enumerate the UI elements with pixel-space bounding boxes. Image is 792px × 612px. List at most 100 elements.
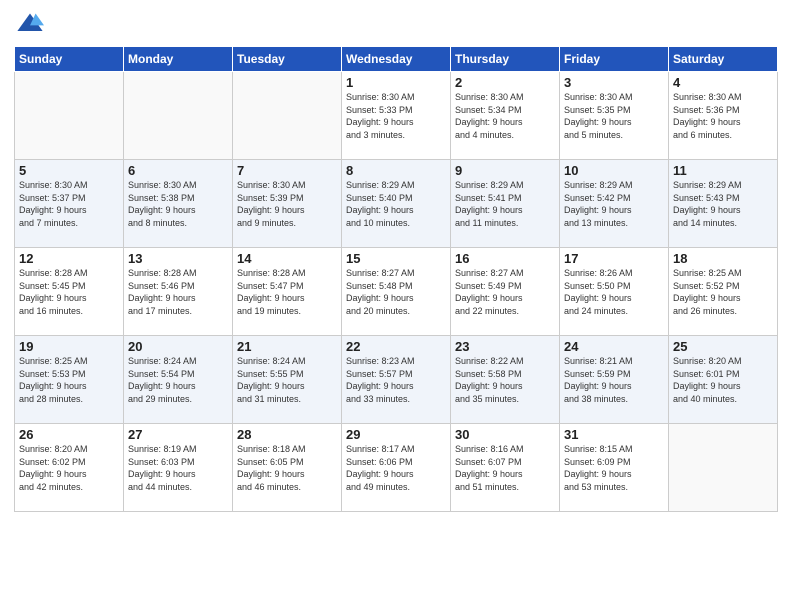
day-number: 22	[346, 339, 446, 354]
calendar-cell: 27Sunrise: 8:19 AM Sunset: 6:03 PM Dayli…	[124, 424, 233, 512]
calendar-cell: 16Sunrise: 8:27 AM Sunset: 5:49 PM Dayli…	[451, 248, 560, 336]
day-number: 23	[455, 339, 555, 354]
calendar-cell: 20Sunrise: 8:24 AM Sunset: 5:54 PM Dayli…	[124, 336, 233, 424]
day-info: Sunrise: 8:27 AM Sunset: 5:48 PM Dayligh…	[346, 267, 446, 317]
week-row-2: 12Sunrise: 8:28 AM Sunset: 5:45 PM Dayli…	[15, 248, 778, 336]
calendar-cell: 19Sunrise: 8:25 AM Sunset: 5:53 PM Dayli…	[15, 336, 124, 424]
day-number: 28	[237, 427, 337, 442]
day-info: Sunrise: 8:25 AM Sunset: 5:52 PM Dayligh…	[673, 267, 773, 317]
day-info: Sunrise: 8:18 AM Sunset: 6:05 PM Dayligh…	[237, 443, 337, 493]
day-info: Sunrise: 8:24 AM Sunset: 5:54 PM Dayligh…	[128, 355, 228, 405]
weekday-header-saturday: Saturday	[669, 47, 778, 72]
weekday-header-row: SundayMondayTuesdayWednesdayThursdayFrid…	[15, 47, 778, 72]
day-info: Sunrise: 8:27 AM Sunset: 5:49 PM Dayligh…	[455, 267, 555, 317]
day-number: 29	[346, 427, 446, 442]
calendar-cell	[669, 424, 778, 512]
day-number: 31	[564, 427, 664, 442]
calendar-cell: 24Sunrise: 8:21 AM Sunset: 5:59 PM Dayli…	[560, 336, 669, 424]
day-info: Sunrise: 8:30 AM Sunset: 5:38 PM Dayligh…	[128, 179, 228, 229]
calendar-cell: 7Sunrise: 8:30 AM Sunset: 5:39 PM Daylig…	[233, 160, 342, 248]
day-number: 4	[673, 75, 773, 90]
day-number: 15	[346, 251, 446, 266]
calendar-cell: 26Sunrise: 8:20 AM Sunset: 6:02 PM Dayli…	[15, 424, 124, 512]
day-number: 3	[564, 75, 664, 90]
calendar-cell: 31Sunrise: 8:15 AM Sunset: 6:09 PM Dayli…	[560, 424, 669, 512]
day-info: Sunrise: 8:29 AM Sunset: 5:43 PM Dayligh…	[673, 179, 773, 229]
day-info: Sunrise: 8:21 AM Sunset: 5:59 PM Dayligh…	[564, 355, 664, 405]
day-info: Sunrise: 8:29 AM Sunset: 5:41 PM Dayligh…	[455, 179, 555, 229]
day-info: Sunrise: 8:29 AM Sunset: 5:40 PM Dayligh…	[346, 179, 446, 229]
day-info: Sunrise: 8:30 AM Sunset: 5:34 PM Dayligh…	[455, 91, 555, 141]
week-row-0: 1Sunrise: 8:30 AM Sunset: 5:33 PM Daylig…	[15, 72, 778, 160]
day-info: Sunrise: 8:28 AM Sunset: 5:46 PM Dayligh…	[128, 267, 228, 317]
week-row-3: 19Sunrise: 8:25 AM Sunset: 5:53 PM Dayli…	[15, 336, 778, 424]
calendar-cell	[15, 72, 124, 160]
day-number: 11	[673, 163, 773, 178]
day-number: 6	[128, 163, 228, 178]
weekday-header-wednesday: Wednesday	[342, 47, 451, 72]
calendar-cell: 12Sunrise: 8:28 AM Sunset: 5:45 PM Dayli…	[15, 248, 124, 336]
logo-icon	[16, 10, 44, 38]
day-number: 25	[673, 339, 773, 354]
day-number: 2	[455, 75, 555, 90]
day-number: 10	[564, 163, 664, 178]
day-number: 30	[455, 427, 555, 442]
calendar-cell: 11Sunrise: 8:29 AM Sunset: 5:43 PM Dayli…	[669, 160, 778, 248]
day-number: 14	[237, 251, 337, 266]
calendar-cell: 23Sunrise: 8:22 AM Sunset: 5:58 PM Dayli…	[451, 336, 560, 424]
calendar-cell: 17Sunrise: 8:26 AM Sunset: 5:50 PM Dayli…	[560, 248, 669, 336]
day-info: Sunrise: 8:28 AM Sunset: 5:45 PM Dayligh…	[19, 267, 119, 317]
day-number: 20	[128, 339, 228, 354]
calendar-cell: 29Sunrise: 8:17 AM Sunset: 6:06 PM Dayli…	[342, 424, 451, 512]
calendar-cell: 14Sunrise: 8:28 AM Sunset: 5:47 PM Dayli…	[233, 248, 342, 336]
day-info: Sunrise: 8:28 AM Sunset: 5:47 PM Dayligh…	[237, 267, 337, 317]
day-info: Sunrise: 8:24 AM Sunset: 5:55 PM Dayligh…	[237, 355, 337, 405]
logo	[14, 10, 46, 38]
day-info: Sunrise: 8:17 AM Sunset: 6:06 PM Dayligh…	[346, 443, 446, 493]
calendar-cell: 18Sunrise: 8:25 AM Sunset: 5:52 PM Dayli…	[669, 248, 778, 336]
weekday-header-thursday: Thursday	[451, 47, 560, 72]
day-number: 12	[19, 251, 119, 266]
calendar-cell: 5Sunrise: 8:30 AM Sunset: 5:37 PM Daylig…	[15, 160, 124, 248]
day-number: 24	[564, 339, 664, 354]
day-number: 19	[19, 339, 119, 354]
day-info: Sunrise: 8:22 AM Sunset: 5:58 PM Dayligh…	[455, 355, 555, 405]
day-number: 18	[673, 251, 773, 266]
calendar-cell: 22Sunrise: 8:23 AM Sunset: 5:57 PM Dayli…	[342, 336, 451, 424]
weekday-header-friday: Friday	[560, 47, 669, 72]
day-number: 8	[346, 163, 446, 178]
weekday-header-sunday: Sunday	[15, 47, 124, 72]
day-number: 21	[237, 339, 337, 354]
calendar-cell: 13Sunrise: 8:28 AM Sunset: 5:46 PM Dayli…	[124, 248, 233, 336]
page: SundayMondayTuesdayWednesdayThursdayFrid…	[0, 0, 792, 612]
calendar-cell: 15Sunrise: 8:27 AM Sunset: 5:48 PM Dayli…	[342, 248, 451, 336]
day-number: 9	[455, 163, 555, 178]
day-info: Sunrise: 8:26 AM Sunset: 5:50 PM Dayligh…	[564, 267, 664, 317]
day-number: 13	[128, 251, 228, 266]
calendar-cell	[124, 72, 233, 160]
calendar-cell: 21Sunrise: 8:24 AM Sunset: 5:55 PM Dayli…	[233, 336, 342, 424]
calendar-cell: 9Sunrise: 8:29 AM Sunset: 5:41 PM Daylig…	[451, 160, 560, 248]
day-info: Sunrise: 8:30 AM Sunset: 5:39 PM Dayligh…	[237, 179, 337, 229]
calendar-cell	[233, 72, 342, 160]
calendar-cell: 30Sunrise: 8:16 AM Sunset: 6:07 PM Dayli…	[451, 424, 560, 512]
calendar: SundayMondayTuesdayWednesdayThursdayFrid…	[14, 46, 778, 512]
calendar-cell: 4Sunrise: 8:30 AM Sunset: 5:36 PM Daylig…	[669, 72, 778, 160]
day-info: Sunrise: 8:20 AM Sunset: 6:01 PM Dayligh…	[673, 355, 773, 405]
week-row-1: 5Sunrise: 8:30 AM Sunset: 5:37 PM Daylig…	[15, 160, 778, 248]
day-info: Sunrise: 8:16 AM Sunset: 6:07 PM Dayligh…	[455, 443, 555, 493]
day-info: Sunrise: 8:15 AM Sunset: 6:09 PM Dayligh…	[564, 443, 664, 493]
weekday-header-monday: Monday	[124, 47, 233, 72]
calendar-cell: 6Sunrise: 8:30 AM Sunset: 5:38 PM Daylig…	[124, 160, 233, 248]
day-number: 27	[128, 427, 228, 442]
calendar-cell: 8Sunrise: 8:29 AM Sunset: 5:40 PM Daylig…	[342, 160, 451, 248]
weekday-header-tuesday: Tuesday	[233, 47, 342, 72]
calendar-cell: 10Sunrise: 8:29 AM Sunset: 5:42 PM Dayli…	[560, 160, 669, 248]
calendar-cell: 3Sunrise: 8:30 AM Sunset: 5:35 PM Daylig…	[560, 72, 669, 160]
day-number: 26	[19, 427, 119, 442]
day-number: 7	[237, 163, 337, 178]
calendar-cell: 28Sunrise: 8:18 AM Sunset: 6:05 PM Dayli…	[233, 424, 342, 512]
day-info: Sunrise: 8:25 AM Sunset: 5:53 PM Dayligh…	[19, 355, 119, 405]
day-number: 17	[564, 251, 664, 266]
day-info: Sunrise: 8:29 AM Sunset: 5:42 PM Dayligh…	[564, 179, 664, 229]
